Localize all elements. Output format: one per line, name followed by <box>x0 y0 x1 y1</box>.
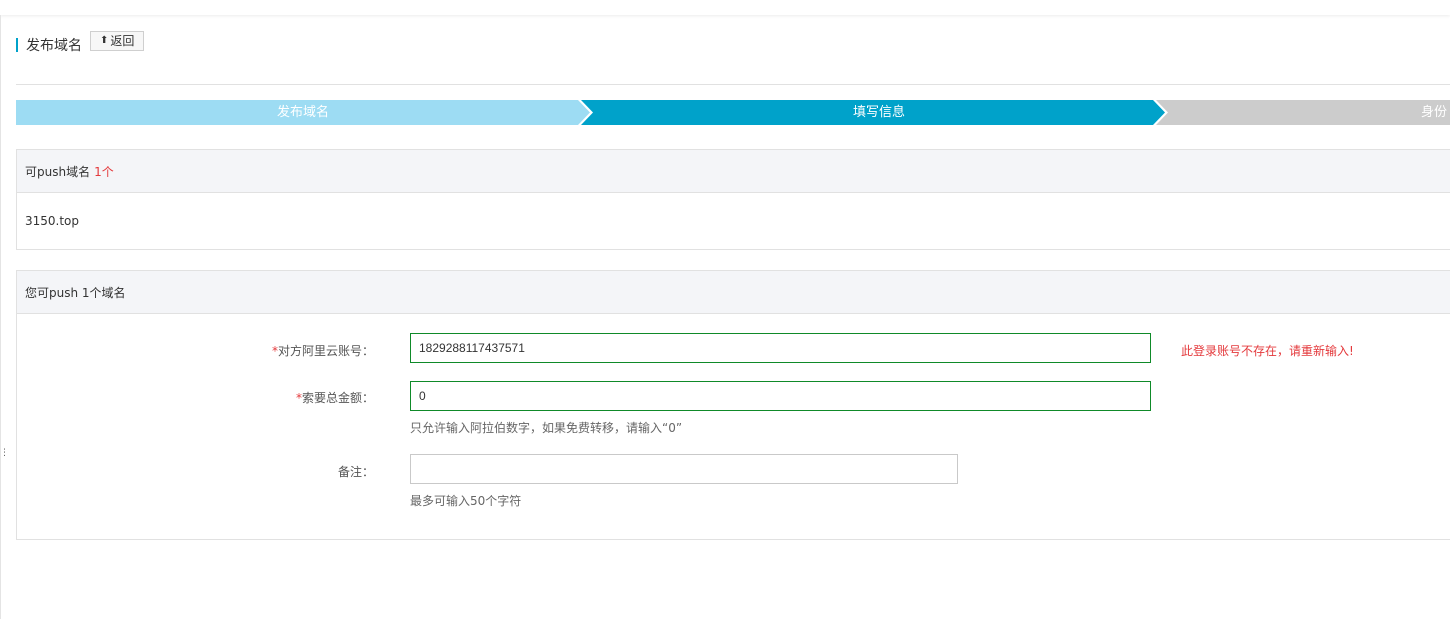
step-3-label: 身份 <box>1421 105 1448 120</box>
top-bar <box>0 0 1450 15</box>
back-button[interactable]: ⬆ 返回 <box>90 31 145 51</box>
drag-handle-icon[interactable]: ⋮ <box>0 449 9 468</box>
step-1-label: 发布域名 <box>276 105 329 120</box>
back-button-label: 返回 <box>110 34 135 48</box>
page-title: 发布域名 <box>26 38 82 54</box>
amount-input[interactable] <box>410 381 1151 411</box>
amount-hint: 只允许输入阿拉伯数字，如果免费转移，请输入“0” <box>410 421 683 435</box>
title-accent-bar <box>16 38 18 52</box>
push-form-panel: 您可push 1个域名 *对方阿里云账号： 此登录账号不存在，请重新输入! *索… <box>16 270 1450 540</box>
account-label: *对方阿里云账号： <box>174 342 374 359</box>
step-progress-bar: 发布域名 填写信息 身份 <box>16 100 1450 125</box>
amount-label: *索要总金额： <box>174 389 374 406</box>
account-label-text: 对方阿里云账号： <box>277 344 374 358</box>
push-form-title: 您可push 1个域名 <box>25 285 126 300</box>
push-form-header: 您可push 1个域名 <box>17 271 1450 314</box>
remark-hint: 最多可输入50个字符 <box>410 494 522 508</box>
remark-input[interactable] <box>410 454 958 484</box>
domain-item: 3150.top <box>25 214 80 228</box>
page-header: 发布域名 ⬆ 返回 <box>16 31 145 58</box>
header-divider <box>16 84 1450 85</box>
step-3-shape <box>1156 100 1450 125</box>
remark-label: 备注： <box>337 465 374 479</box>
step-2-label: 填写信息 <box>852 105 905 120</box>
pushable-domains-count: 1个 <box>94 164 114 179</box>
pushable-domains-header: 可push域名 1个 <box>17 150 1450 193</box>
left-edge-rule <box>0 15 1 619</box>
pushable-domains-panel: 可push域名 1个 3150.top <box>16 149 1450 250</box>
account-error-message: 此登录账号不存在，请重新输入! <box>1181 344 1354 358</box>
account-input[interactable] <box>410 333 1151 363</box>
up-arrow-icon: ⬆ <box>100 35 109 46</box>
amount-label-text: 索要总金额： <box>301 391 374 405</box>
pushable-domains-title: 可push域名 <box>25 164 91 179</box>
